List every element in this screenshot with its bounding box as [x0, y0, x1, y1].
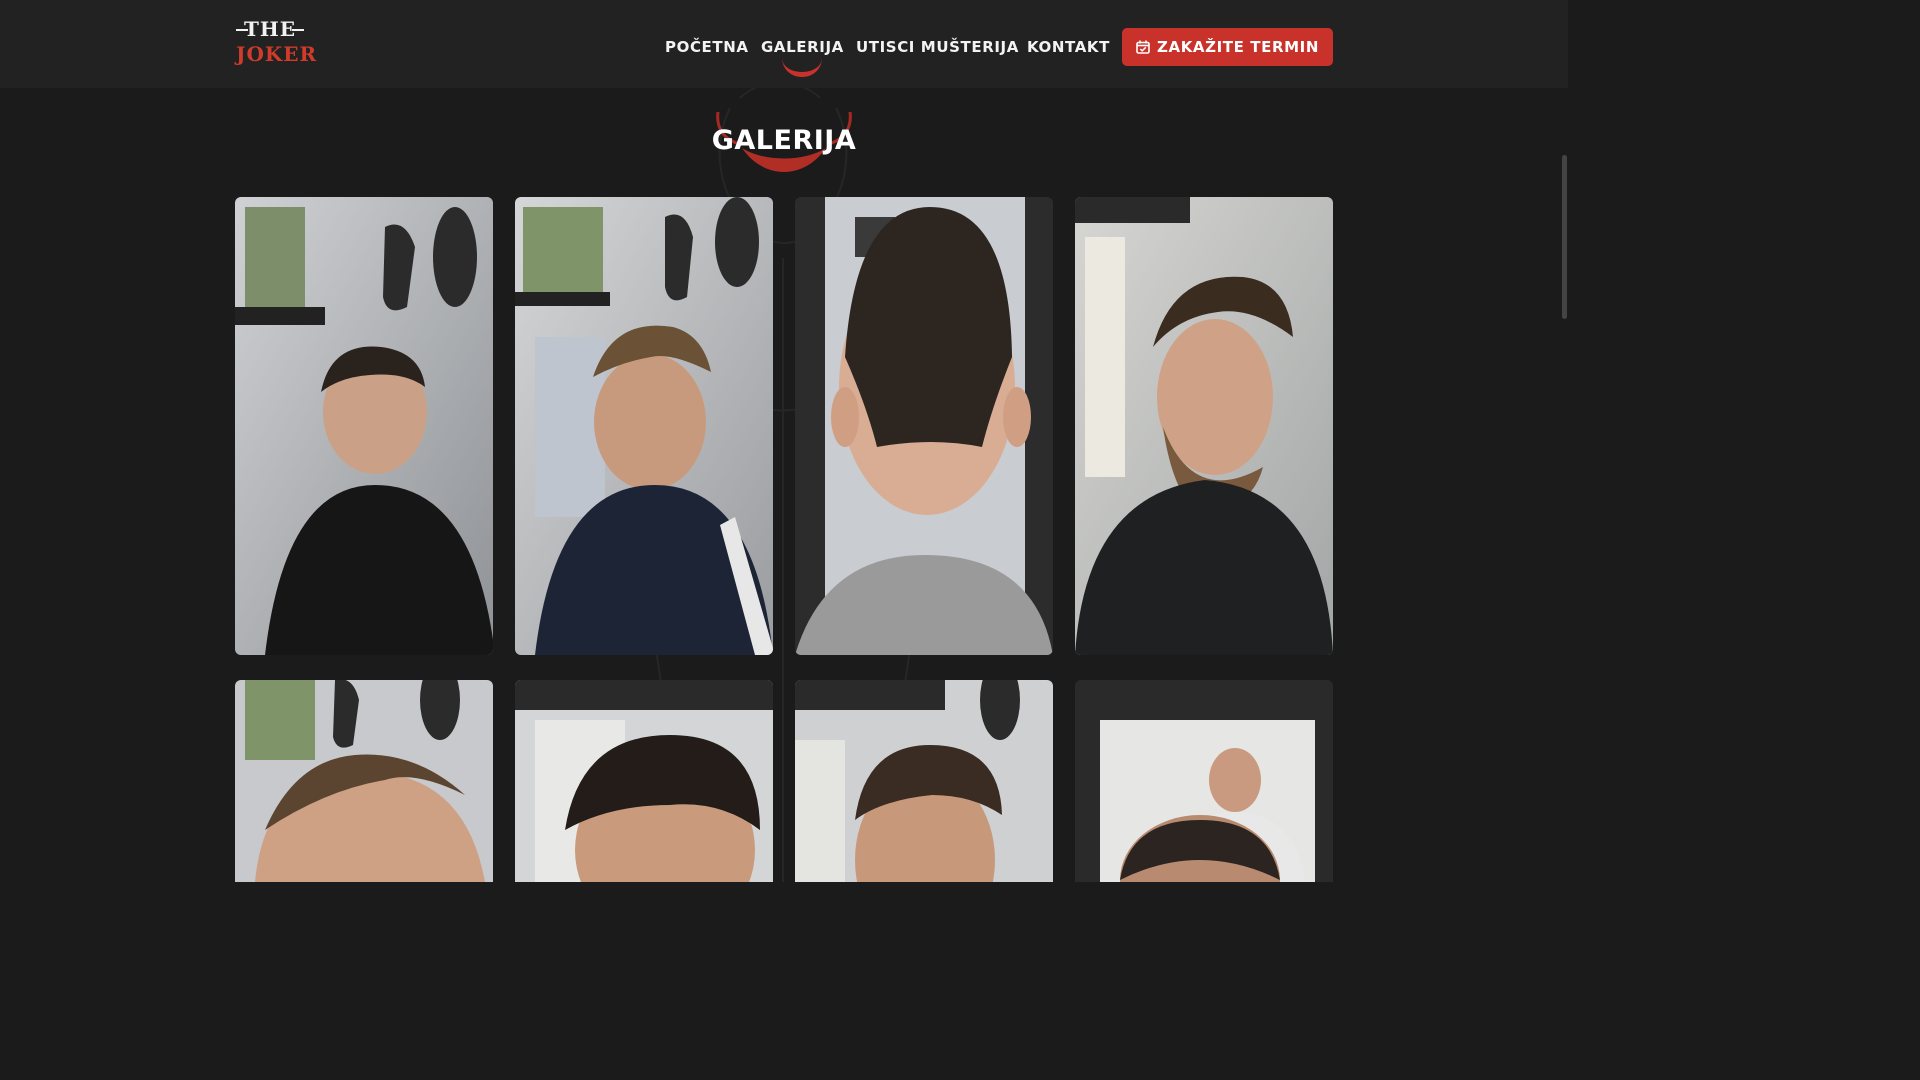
logo-joker: JOKER [236, 42, 318, 66]
gallery-photo-8[interactable] [1075, 680, 1333, 882]
gallery-photo-6[interactable] [515, 680, 773, 882]
nav-link-galerija[interactable]: GALERIJA [761, 34, 844, 60]
gallery-photo-3[interactable] [795, 197, 1053, 655]
haircut-photo [795, 680, 1053, 882]
gallery-title: GALERIJA [711, 125, 857, 156]
gallery-photo-5[interactable] [235, 680, 493, 882]
brand-logo[interactable]: THE JOKER [236, 17, 318, 69]
page-scrollbar[interactable] [1562, 155, 1567, 319]
calendar-check-icon [1136, 40, 1150, 54]
nav-link-kontakt[interactable]: KONTAKT [1027, 34, 1110, 60]
nav-link-pocetna[interactable]: POČETNA [665, 34, 749, 60]
haircut-photo [795, 197, 1053, 655]
gallery-photo-7[interactable] [795, 680, 1053, 882]
haircut-photo [235, 680, 493, 882]
haircut-photo [515, 680, 773, 882]
nav-link-utisci-musterija[interactable]: UTISCI MUŠTERIJA [856, 34, 1019, 60]
haircut-photo [515, 197, 773, 655]
gallery-photo-1[interactable] [235, 197, 493, 655]
book-appointment-label: ZAKAŽITE TERMIN [1157, 38, 1319, 56]
active-nav-indicator [782, 58, 822, 77]
gallery-photo-4[interactable] [1075, 197, 1333, 655]
gallery-photo-2[interactable] [515, 197, 773, 655]
logo-dash-right [292, 29, 304, 31]
haircut-photo [235, 197, 493, 655]
haircut-photo [1075, 680, 1333, 882]
top-navbar: THE JOKER POČETNA GALERIJA UTISCI MUŠTER… [0, 0, 1568, 88]
haircut-photo [1075, 197, 1333, 655]
gallery-heading: GALERIJA [684, 110, 884, 180]
book-appointment-button[interactable]: ZAKAŽITE TERMIN [1122, 28, 1333, 66]
